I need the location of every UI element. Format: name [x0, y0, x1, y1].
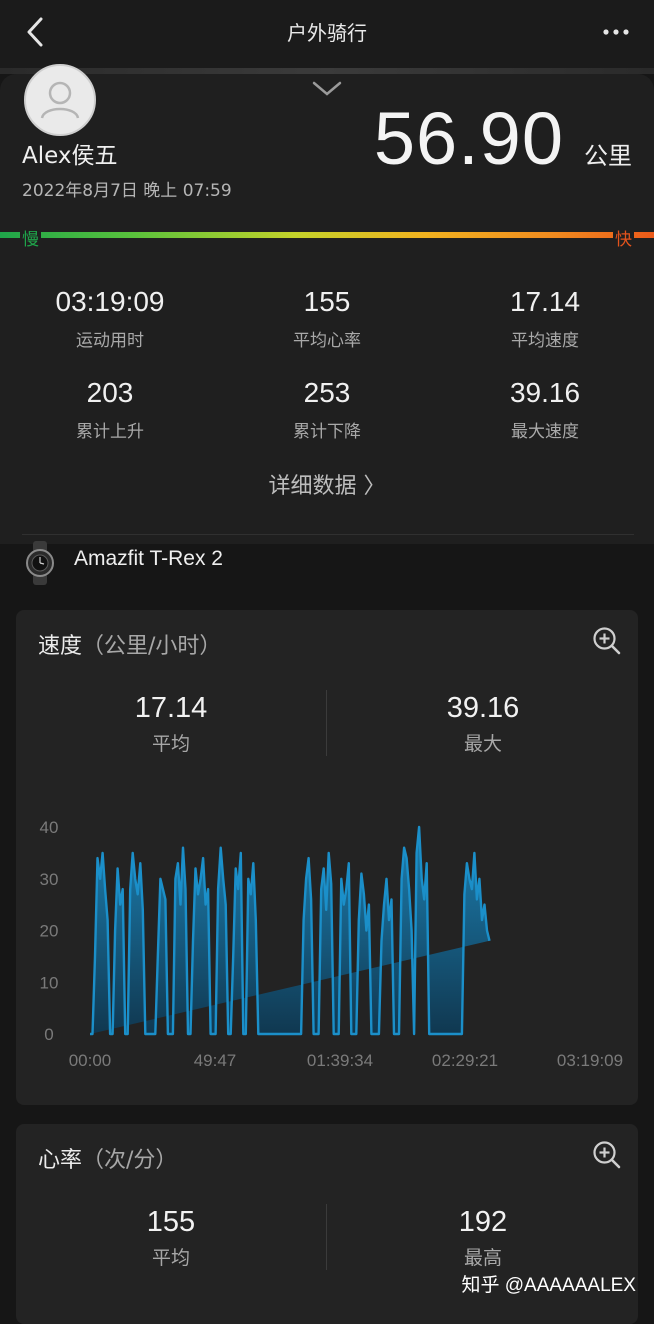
- speed-max: 39.16 最大: [333, 692, 633, 756]
- x-tick-label: 03:19:09: [557, 1051, 623, 1070]
- device-name: Amazfit T-Rex 2: [74, 547, 223, 570]
- x-tick-label: 49:47: [194, 1051, 237, 1070]
- summary-value: 39.16: [446, 692, 520, 724]
- y-tick-label: 0: [44, 1025, 53, 1044]
- card-title-unit: （公里/小时）: [82, 634, 222, 659]
- speed-avg: 17.14 平均: [21, 692, 321, 756]
- stat-value: 03:19:09: [55, 286, 165, 317]
- y-tick-label: 30: [40, 870, 59, 889]
- summary-separator: [326, 1204, 327, 1270]
- x-tick-label: 02:29:21: [432, 1051, 498, 1070]
- page-title: 户外骑行: [287, 21, 367, 45]
- stat-label: 累计上升: [76, 422, 144, 442]
- stat-value: 253: [303, 377, 351, 408]
- speed-color-scale: [0, 232, 654, 238]
- more-dots-icon: [603, 29, 629, 35]
- summary-value: 192: [458, 1206, 508, 1238]
- heart-rate-zoom-button[interactable]: [592, 1140, 622, 1170]
- card-title-text: 速度: [38, 634, 83, 659]
- detail-data-link[interactable]: 详细数据 〉: [0, 468, 654, 500]
- watch-icon: [26, 541, 54, 585]
- username: Alex侯五: [22, 143, 118, 169]
- summary-label: 平均: [151, 733, 190, 755]
- y-tick-label: 40: [40, 818, 59, 837]
- stat-label: 平均心率: [293, 331, 361, 351]
- scale-slow-label: 慢: [20, 225, 41, 250]
- speed-card-title: 速度（公里/小时）: [38, 628, 221, 660]
- distance-unit: 公里: [584, 142, 632, 170]
- x-tick-label: 01:39:34: [307, 1051, 373, 1070]
- zoom-in-icon: [593, 627, 621, 655]
- watermark: 知乎 @AAAAAALEX: [461, 1275, 636, 1296]
- speed-chart[interactable]: 0 10 20 30 40 00:00 49:47 01:39:34 02:29:21 03:19…: [16, 810, 638, 1080]
- stat-avg-speed: 17.14 平均速度: [445, 286, 645, 351]
- heart-rate-avg: 155 平均: [21, 1206, 321, 1270]
- summary-value: 155: [146, 1206, 196, 1238]
- summary-value: 17.14: [134, 692, 208, 724]
- stat-value: 203: [86, 377, 134, 408]
- collapse-button[interactable]: [310, 78, 344, 100]
- stat-label: 累计下降: [293, 422, 361, 442]
- stat-label: 平均速度: [511, 331, 579, 351]
- top-bar: 户外骑行: [0, 0, 654, 68]
- workout-datetime: 2022年8月7日 晚上 07:59: [22, 181, 232, 201]
- more-button[interactable]: [598, 14, 634, 50]
- stat-value: 17.14: [509, 286, 581, 317]
- device-row: Amazfit T-Rex 2: [0, 535, 654, 591]
- stat-ascent: 203 累计上升: [10, 377, 210, 442]
- chevron-down-icon: [312, 81, 342, 96]
- summary-separator: [326, 690, 327, 756]
- summary-label: 最大: [463, 733, 502, 755]
- person-icon: [40, 81, 80, 119]
- stat-value: 155: [303, 286, 351, 317]
- y-tick-label: 20: [40, 922, 59, 941]
- heart-rate-card-title: 心率（次/分）: [38, 1142, 177, 1174]
- summary-label: 平均: [151, 1247, 190, 1269]
- speed-card: 速度（公里/小时） 17.14 平均 39.16 最大 0 10 20 30 40 00:…: [16, 610, 638, 1105]
- stat-descent: 253 累计下降: [227, 377, 427, 442]
- distance-value: 56.90: [373, 97, 564, 180]
- stat-duration: 03:19:09 运动用时: [10, 286, 210, 351]
- y-tick-label: 10: [40, 973, 59, 992]
- speed-zoom-button[interactable]: [592, 626, 622, 656]
- scale-fast-label: 快: [613, 225, 634, 250]
- x-tick-label: 00:00: [69, 1051, 112, 1070]
- stat-label: 运动用时: [76, 331, 144, 351]
- avatar[interactable]: [24, 64, 96, 136]
- stat-avg-heart-rate: 155 平均心率: [227, 286, 427, 351]
- heart-rate-max: 192 最高: [333, 1206, 633, 1270]
- card-title-text: 心率: [38, 1148, 83, 1173]
- stat-max-speed: 39.16 最大速度: [445, 377, 645, 442]
- stat-value: 39.16: [509, 377, 581, 408]
- stat-label: 最大速度: [511, 422, 579, 442]
- summary-label: 最高: [463, 1247, 502, 1269]
- card-title-unit: （次/分）: [82, 1148, 178, 1173]
- zoom-in-icon: [593, 1141, 621, 1169]
